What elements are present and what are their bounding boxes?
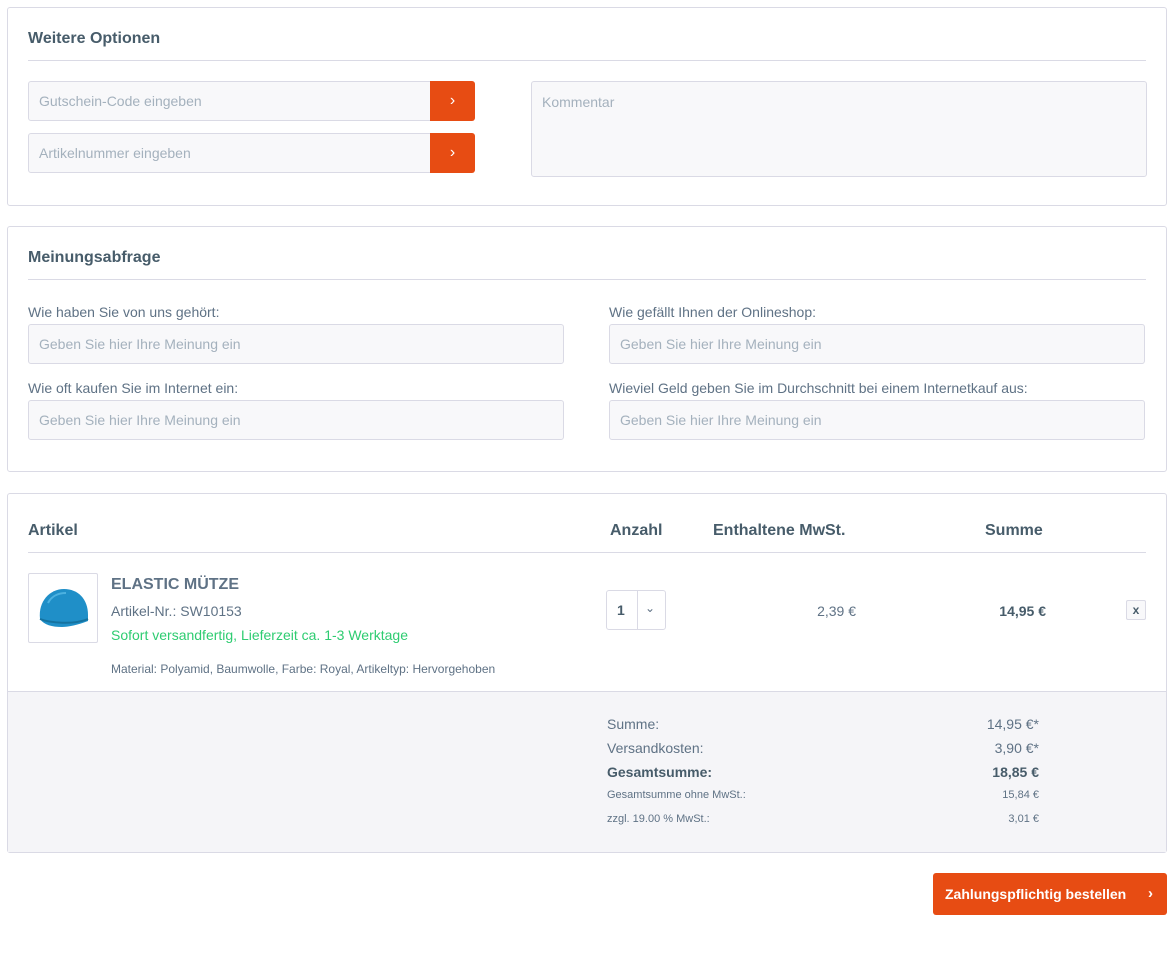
summary-value: 3,90 €* [994, 740, 1039, 756]
summary-value: 18,85 € [992, 764, 1039, 780]
survey-panel: Meinungsabfrage Wie haben Sie von uns ge… [7, 226, 1167, 472]
chevron-right-icon: › [449, 92, 456, 109]
summary-label: zzgl. 19.00 % MwSt.: [607, 813, 710, 825]
article-number-submit-button[interactable]: › [430, 133, 475, 173]
comment-textarea[interactable] [531, 81, 1147, 177]
summary-value: 3,01 € [1008, 813, 1039, 825]
cart-header-divider [28, 552, 1146, 553]
quantity-value: 1 [617, 602, 625, 618]
chevron-down-icon: ⌄ [645, 601, 656, 615]
article-number-input[interactable] [28, 133, 431, 173]
cart-panel: Artikel Anzahl Enthaltene MwSt. Summe EL… [7, 493, 1167, 853]
product-details: Material: Polyamid, Baumwolle, Farbe: Ro… [111, 662, 496, 676]
remove-item-button[interactable]: x [1126, 600, 1146, 620]
survey-question-label: Wie gefällt Ihnen der Onlineshop: [609, 304, 817, 320]
summary-value: 14,95 €* [986, 716, 1039, 732]
survey-answer-input[interactable] [28, 324, 564, 364]
summary-row: Gesamtsumme ohne MwSt.: 15,84 € [607, 789, 1039, 801]
summary-row: Summe: 14,95 €* [607, 716, 1039, 732]
survey-divider [28, 279, 1146, 280]
summary-row: Versandkosten: 3,90 €* [607, 740, 1039, 756]
voucher-submit-button[interactable]: › [430, 81, 475, 121]
delivery-status: Sofort versandfertig, Lieferzeit ca. 1-3… [111, 627, 408, 643]
beanie-image [39, 589, 89, 627]
order-button-label: Zahlungspflichtig bestellen [945, 886, 1127, 902]
survey-answer-input[interactable] [609, 324, 1145, 364]
survey-answer-input[interactable] [28, 400, 564, 440]
header-quantity: Anzahl [610, 522, 663, 539]
close-icon: x [1132, 603, 1140, 617]
product-sku: Artikel-Nr.: SW10153 [111, 603, 242, 619]
item-vat: 2,39 € [817, 603, 856, 619]
chevron-right-icon: › [1148, 885, 1153, 902]
options-panel: Weitere Optionen › › [7, 7, 1167, 206]
summary-label: Versandkosten: [607, 740, 704, 756]
header-total: Summe [985, 522, 1043, 539]
survey-question-label: Wieviel Geld geben Sie im Durchschnitt b… [609, 380, 1028, 396]
voucher-input[interactable] [28, 81, 431, 121]
summary-label: Summe: [607, 716, 660, 732]
item-total: 14,95 € [999, 603, 1046, 619]
product-thumbnail[interactable] [28, 573, 98, 643]
survey-title: Meinungsabfrage [28, 249, 161, 266]
survey-question-label: Wie oft kaufen Sie im Internet ein: [28, 380, 239, 396]
options-title: Weitere Optionen [28, 30, 161, 47]
cart-summary: Summe: 14,95 €* Versandkosten: 3,90 €* G… [8, 691, 1166, 852]
header-article: Artikel [28, 522, 78, 539]
summary-label: Gesamtsumme: [607, 764, 713, 780]
summary-row: Gesamtsumme: 18,85 € [607, 764, 1039, 780]
options-divider [28, 60, 1146, 61]
survey-question-label: Wie haben Sie von uns gehört: [28, 304, 220, 320]
quantity-separator [637, 591, 638, 629]
header-vat: Enthaltene MwSt. [713, 522, 846, 539]
quantity-select[interactable]: 1 ⌄ [606, 590, 666, 630]
summary-value: 15,84 € [1002, 789, 1039, 801]
summary-row: zzgl. 19.00 % MwSt.: 3,01 € [607, 813, 1039, 825]
chevron-right-icon: › [449, 144, 456, 161]
place-order-button[interactable]: Zahlungspflichtig bestellen › [933, 873, 1167, 915]
summary-label: Gesamtsumme ohne MwSt.: [607, 789, 746, 801]
survey-answer-input[interactable] [609, 400, 1145, 440]
product-name[interactable]: ELASTIC MÜTZE [111, 576, 239, 594]
